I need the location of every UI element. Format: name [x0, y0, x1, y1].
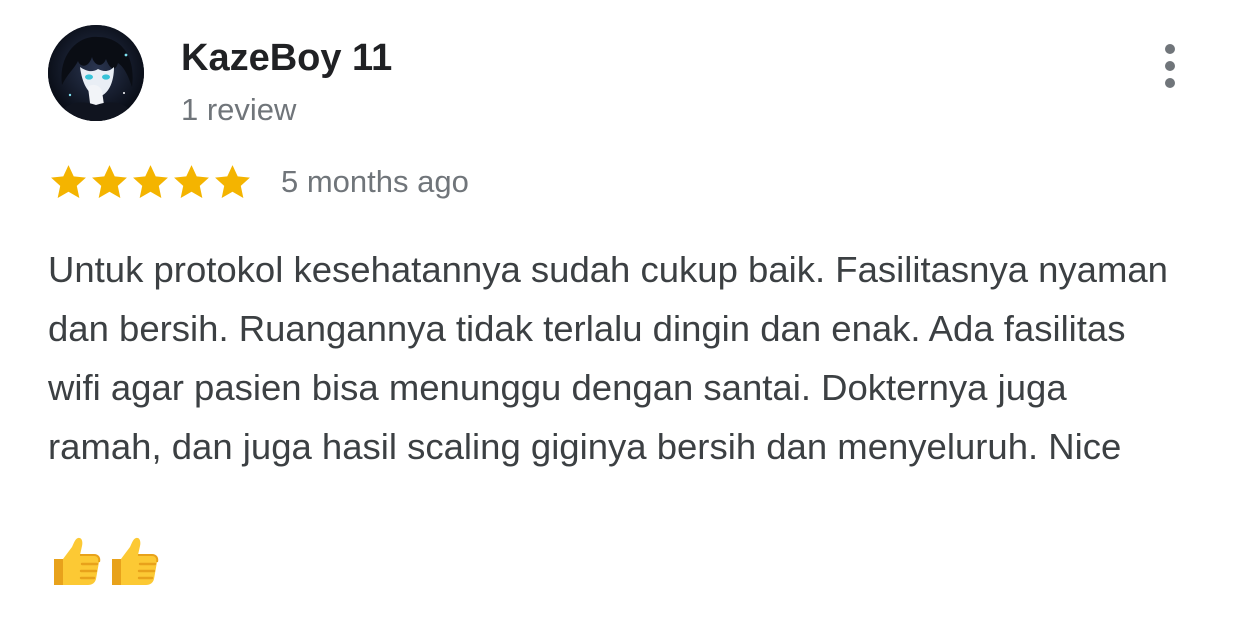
- thumbs-up-emoji: [106, 535, 160, 589]
- more-vert-icon: [1165, 44, 1175, 88]
- review-time: 5 months ago: [281, 164, 469, 199]
- emoji-row: [48, 535, 160, 589]
- star-icon: [92, 164, 127, 198]
- avatar-image: [48, 25, 144, 121]
- review-text: Untuk protokol kesehatannya sudah cukup …: [48, 249, 1168, 467]
- more-options-button[interactable]: [1150, 40, 1190, 94]
- reviewer-avatar[interactable]: [48, 25, 144, 121]
- star-icon: [174, 164, 209, 198]
- thumbs-up-emoji: [48, 535, 102, 589]
- rating-row: 5 months ago: [48, 158, 469, 206]
- reviewer-review-count[interactable]: 1 review: [181, 92, 296, 128]
- star-icon: [51, 164, 86, 198]
- star-rating: [48, 162, 253, 203]
- star-icon: [133, 164, 168, 198]
- star-icon: [215, 164, 250, 198]
- reviewer-name[interactable]: KazeBoy 11: [181, 36, 392, 80]
